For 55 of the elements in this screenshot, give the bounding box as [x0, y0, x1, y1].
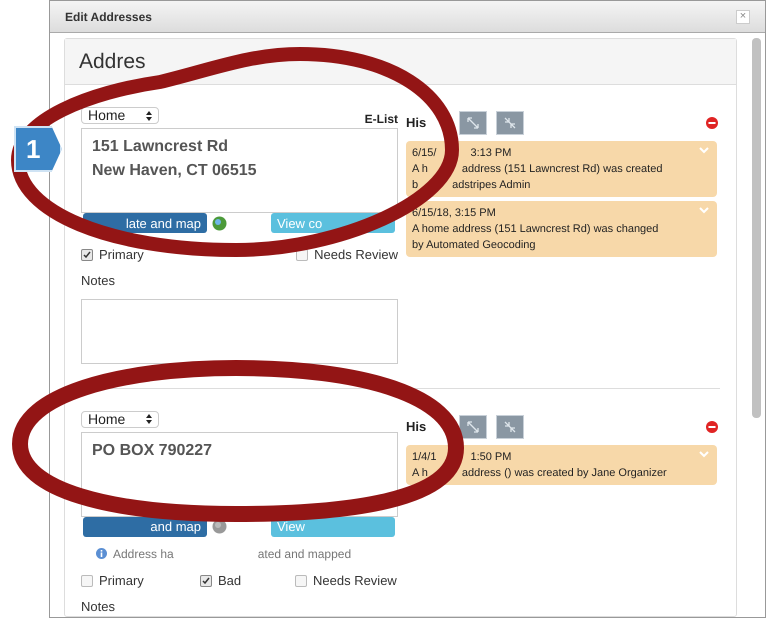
address-type-select[interactable]: Home: [81, 410, 159, 428]
notes-field[interactable]: [81, 298, 398, 364]
history-text: 6/15/: [412, 146, 436, 161]
history-text: 1/4/1: [412, 450, 436, 464]
info-text: Address ha: [113, 546, 174, 562]
close-button[interactable]: ×: [736, 10, 750, 24]
history-label: His: [406, 114, 428, 132]
panel-heading: Addres: [79, 48, 146, 75]
window-title: Edit Addresses: [65, 8, 152, 26]
history-text: A h: [412, 466, 428, 480]
expand-button[interactable]: [459, 414, 487, 438]
checkbox[interactable]: [200, 574, 212, 586]
checkmark-icon: [202, 576, 210, 584]
history-text: 1:50 PM: [470, 450, 512, 464]
scrollbar[interactable]: [752, 38, 761, 418]
collapse-icon: [504, 420, 516, 432]
updown-arrows-icon: [146, 414, 152, 424]
checkbox[interactable]: [81, 574, 93, 586]
collapse-icon: [504, 117, 516, 129]
updown-arrows-icon: [146, 110, 152, 120]
history-text: address (151 Lawncrest Rd) was created: [462, 162, 662, 177]
remove-icon[interactable]: [706, 420, 718, 432]
history-text: b: [412, 178, 418, 193]
e-list-label: E-List: [364, 111, 398, 128]
address-type-select[interactable]: Home: [81, 107, 159, 124]
checkbox[interactable]: [81, 249, 93, 261]
collapse-button[interactable]: [496, 414, 524, 438]
address-field[interactable]: 151 Lawncrest Rd New Haven, CT 06515: [81, 128, 398, 213]
notes-label: Notes: [81, 272, 116, 290]
history-text: adstripes Admin: [452, 178, 530, 193]
checkbox-label: Bad: [218, 572, 242, 590]
chevron-icon[interactable]: [699, 207, 709, 214]
checkbox-label: Needs Review: [313, 572, 397, 590]
history-label: His: [406, 418, 428, 436]
collapse-button[interactable]: [496, 111, 524, 135]
history-text: by Automated Geocoding: [412, 238, 536, 253]
info-text: ated and mapped: [258, 546, 352, 562]
step-badge: 1: [14, 126, 62, 172]
checkbox-label: Needs Review: [314, 246, 398, 264]
history-text: 3:13 PM: [470, 146, 512, 161]
checkbox-label: Primary: [99, 246, 144, 264]
checkbox-label: Primary: [99, 572, 144, 590]
expand-icon: [467, 420, 479, 432]
history-text: A h: [412, 162, 428, 177]
notes-label: Notes: [81, 598, 116, 616]
chevron-icon[interactable]: [699, 450, 709, 458]
info-icon: [96, 548, 107, 559]
checkmark-icon: [83, 251, 91, 259]
checkbox[interactable]: [295, 574, 307, 586]
expand-icon: [467, 117, 479, 129]
remove-icon[interactable]: [706, 117, 718, 129]
history-text: A home address (151 Lawncrest Rd) was changed: [412, 222, 658, 237]
chevron-icon[interactable]: [699, 147, 709, 154]
history-text: address () was created by Jane Organizer: [462, 466, 667, 480]
history-text: 6/15/18, 3:15 PM: [412, 206, 496, 221]
